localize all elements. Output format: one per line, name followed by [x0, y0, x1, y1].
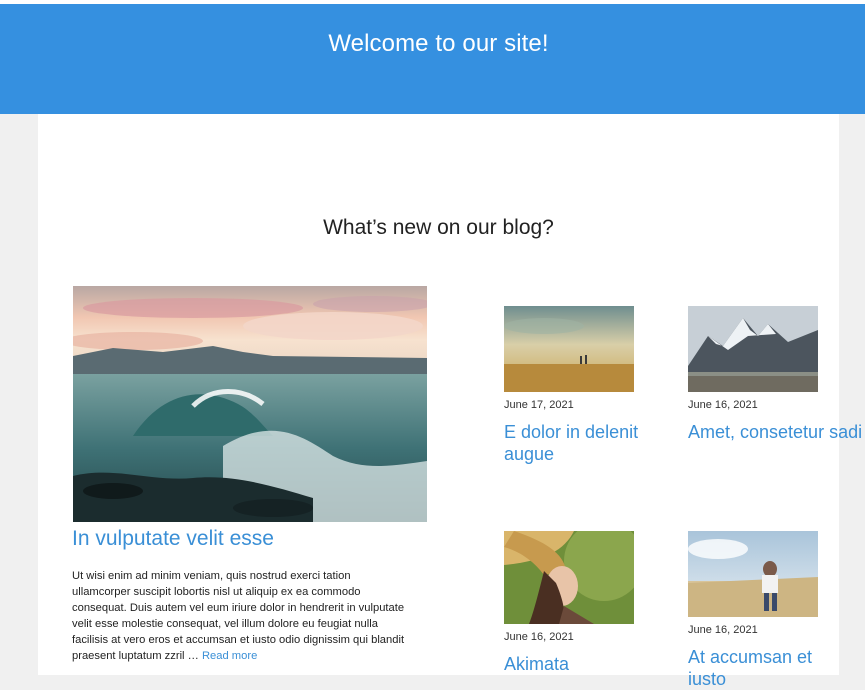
post-date: June 16, 2021 — [688, 399, 758, 411]
post-image[interactable] — [504, 306, 634, 392]
blog-heading: What’s new on our blog? — [323, 216, 554, 239]
post-date: June 16, 2021 — [504, 631, 574, 643]
post-image[interactable] — [504, 531, 634, 624]
post-title[interactable]: At accumsan et iusto — [688, 646, 828, 690]
post-title[interactable]: Amet, consetetur sadi — [688, 421, 862, 443]
excerpt-text: Ut wisi enim ad minim veniam, quis nostr… — [72, 570, 405, 662]
welcome-title: Welcome to our site! — [328, 30, 549, 57]
post-title[interactable]: Akimata — [504, 653, 639, 675]
post-image[interactable] — [688, 531, 818, 617]
featured-post-title[interactable]: In vulputate velit esse — [72, 527, 274, 551]
post-date: June 17, 2021 — [504, 399, 574, 411]
post-image[interactable] — [688, 306, 818, 392]
featured-post-image[interactable] — [73, 286, 427, 522]
post-date: June 16, 2021 — [688, 624, 758, 636]
post-title[interactable]: E dolor in delenit augue — [504, 421, 639, 465]
site-header: Welcome to our site! — [0, 4, 865, 114]
read-more-link[interactable]: Read more — [202, 650, 257, 662]
featured-post-excerpt: Ut wisi enim ad minim veniam, quis nostr… — [72, 568, 408, 664]
blog-section: What’s new on our blog? In vulputate vel… — [38, 114, 862, 689]
